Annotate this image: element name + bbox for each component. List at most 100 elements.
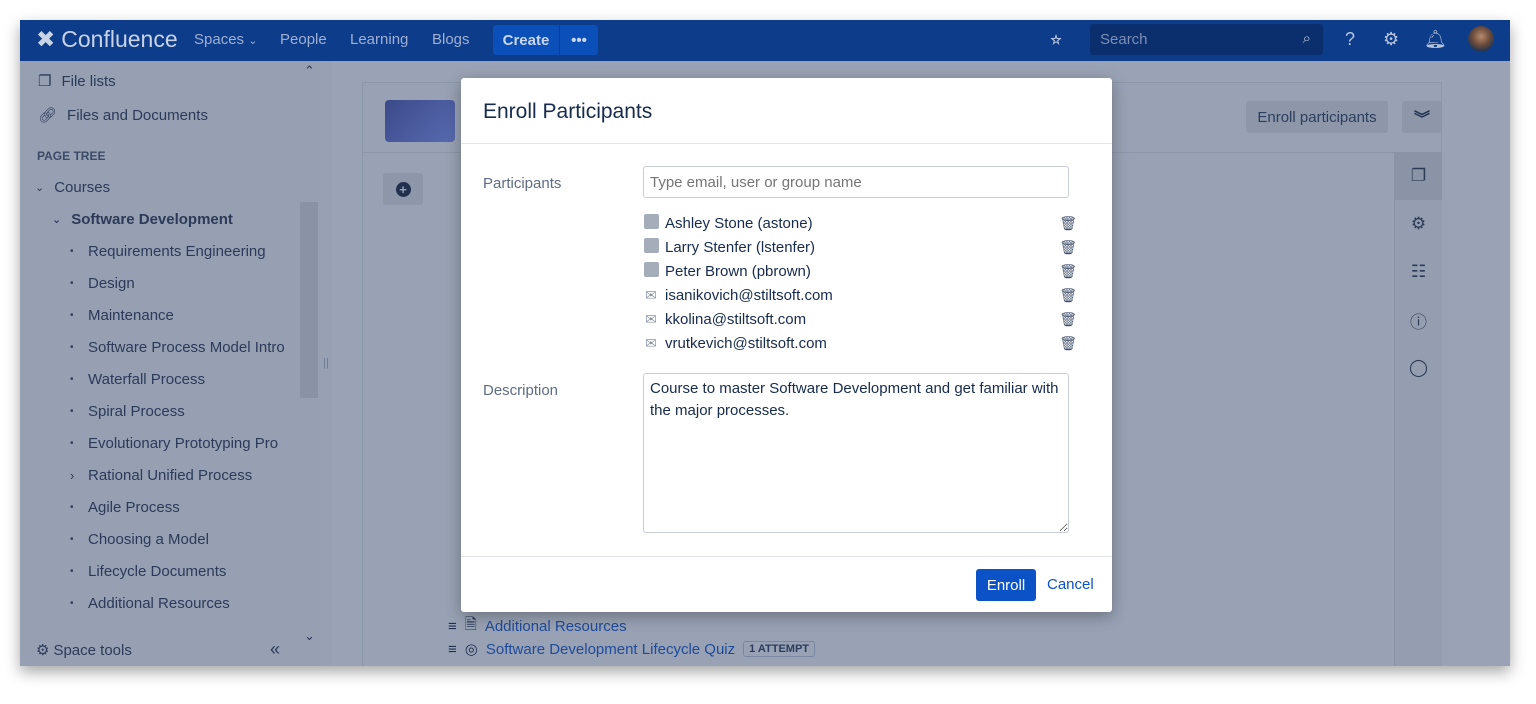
participant-item: Larry Stenfer (lstenfer) 🗑︎ xyxy=(643,236,1093,258)
page-icon: 🗎 xyxy=(464,616,477,633)
add-button[interactable]: + xyxy=(383,173,423,205)
email-icon: ✉ xyxy=(645,310,657,327)
cancel-button[interactable]: Cancel xyxy=(1047,576,1094,593)
scroll-down-icon[interactable]: ⌄ xyxy=(304,628,315,644)
link-icon: 🔗︎ xyxy=(38,107,58,124)
drag-handle-icon: ≡ xyxy=(448,640,457,658)
bullet-icon: • xyxy=(70,502,74,513)
help-icon[interactable]: ? xyxy=(1345,29,1355,50)
user-icon xyxy=(643,238,659,256)
confluence-logo[interactable]: ✖ Confluence xyxy=(36,26,178,53)
gear-icon[interactable]: ⚙ xyxy=(1383,29,1399,50)
collapse-sidebar-icon[interactable]: « xyxy=(270,639,280,660)
chevron-right-icon: › xyxy=(70,468,75,483)
attempt-badge: 1 ATTEMPT xyxy=(743,641,816,657)
chevron-down-icon: ⌄ xyxy=(35,182,45,194)
starred-icon[interactable]: ⭐︎ xyxy=(1050,29,1062,50)
expand-menu-button[interactable]: ︾ xyxy=(1402,101,1442,133)
chevron-down-icon: ⌄ xyxy=(52,214,62,226)
lesson-item[interactable]: ≡ ◎ Software Development Lifecycle Quiz 1 A… xyxy=(448,640,816,658)
tree-item[interactable]: • Design xyxy=(70,275,135,292)
trash-icon[interactable]: 🗑︎ xyxy=(1059,311,1077,328)
tree-item[interactable]: • Maintenance xyxy=(70,307,174,324)
lesson-item[interactable]: ≡ 🗎 Additional Resources xyxy=(448,614,627,639)
comment-icon[interactable]: ◯ xyxy=(1395,344,1442,392)
enroll-participants-button[interactable]: Enroll participants xyxy=(1246,101,1388,133)
nav-learning[interactable]: Learning xyxy=(350,31,408,48)
sidebar-item-files-documents[interactable]: 🔗︎ Files and Documents xyxy=(38,106,208,125)
tree-item[interactable]: • Spiral Process xyxy=(70,403,185,420)
top-navigation: ✖ Confluence Spaces ⌄ People Learning Blo… xyxy=(20,20,1510,61)
gear-icon: ⚙ xyxy=(36,642,50,659)
tree-item[interactable]: • Evolutionary Prototyping Pro xyxy=(70,435,278,452)
bullet-icon: • xyxy=(70,406,74,417)
bullet-icon: • xyxy=(70,246,74,257)
help-icon[interactable]: ⓘ xyxy=(1395,296,1442,344)
participant-item: ✉ kkolina@stiltsoft.com 🗑︎ xyxy=(643,308,1093,330)
enroll-participants-dialog: Enroll Participants Participants Ashley … xyxy=(461,78,1112,612)
create-button[interactable]: Create xyxy=(493,25,559,55)
participants-label: Participants xyxy=(483,175,562,192)
user-icon xyxy=(643,214,659,232)
bullet-icon: • xyxy=(70,374,74,385)
notifications-icon[interactable]: 🔔︎ xyxy=(1424,29,1447,50)
description-label: Description xyxy=(483,382,559,399)
divider xyxy=(461,143,1112,144)
drag-handle-icon: ≡ xyxy=(448,618,457,635)
tree-item[interactable]: › Rational Unified Process xyxy=(70,467,252,484)
sidebar-item-file-lists[interactable]: ❐ File lists xyxy=(38,72,116,91)
participant-item: ✉ vrutkevich@stiltsoft.com 🗑︎ xyxy=(643,332,1093,354)
tree-item[interactable]: • Software Process Model Intro xyxy=(70,339,285,356)
bullet-icon: • xyxy=(70,310,74,321)
bullet-icon: • xyxy=(70,278,74,289)
file-lists-icon: ❐ xyxy=(38,73,52,90)
description-textarea[interactable]: Course to master Software Development an… xyxy=(643,373,1069,533)
nav-spaces[interactable]: Spaces ⌄ xyxy=(194,31,257,48)
enroll-button[interactable]: Enroll xyxy=(976,569,1036,601)
search-icon: ⌕ xyxy=(1302,30,1311,47)
user-icon xyxy=(643,262,659,280)
tree-item-courses[interactable]: ⌄ Courses xyxy=(35,179,110,196)
tree-item[interactable]: • Waterfall Process xyxy=(70,371,205,388)
bullet-icon: • xyxy=(70,438,74,449)
sidebar: ⌃ ❐ File lists 🔗︎ Files and Documents PAGE… xyxy=(20,61,320,666)
bullet-icon: • xyxy=(70,598,74,609)
tree-item[interactable]: • Agile Process xyxy=(70,499,180,516)
confluence-x-icon: ✖ xyxy=(36,26,56,52)
trash-icon[interactable]: 🗑︎ xyxy=(1059,215,1077,232)
tree-item[interactable]: • Choosing a Model xyxy=(70,531,209,548)
trash-icon[interactable]: 🗑︎ xyxy=(1059,287,1077,304)
page-tree-heading: PAGE TREE xyxy=(37,149,106,163)
participant-item: ✉ isanikovich@stiltsoft.com 🗑︎ xyxy=(643,284,1093,306)
space-tools-button[interactable]: ⚙ Space tools xyxy=(36,641,132,660)
pages-icon[interactable]: ❐ xyxy=(1395,152,1442,200)
tree-item[interactable]: • Additional Resources xyxy=(70,595,230,612)
participant-item: Peter Brown (pbrown) 🗑︎ xyxy=(643,260,1093,282)
tree-item[interactable]: • Requirements Engineering xyxy=(70,243,266,260)
scroll-up-icon[interactable]: ⌃ xyxy=(304,63,315,79)
settings-icon[interactable]: ⚙ xyxy=(1395,200,1442,248)
email-icon: ✉ xyxy=(645,286,657,303)
sidebar-resize-handle[interactable]: || xyxy=(320,61,332,666)
right-tool-rail: ❐ ⚙ ☷ ⓘ ◯ xyxy=(1394,152,1442,666)
participant-item: Ashley Stone (astone) 🗑︎ xyxy=(643,212,1093,234)
bullet-icon: • xyxy=(70,342,74,353)
double-chevron-down-icon: ︾ xyxy=(1413,111,1430,128)
sidebar-scrollbar[interactable] xyxy=(300,202,318,398)
trash-icon[interactable]: 🗑︎ xyxy=(1059,335,1077,352)
tree-item[interactable]: • Lifecycle Documents xyxy=(70,563,226,580)
divider xyxy=(461,556,1112,557)
more-create-button[interactable]: ••• xyxy=(560,25,598,55)
search-input[interactable]: Search ⌕ xyxy=(1090,24,1323,55)
nav-blogs[interactable]: Blogs xyxy=(432,31,470,48)
chevron-down-icon: ⌄ xyxy=(248,35,258,47)
nav-people[interactable]: People xyxy=(280,31,327,48)
participants-input[interactable] xyxy=(643,166,1069,198)
trash-icon[interactable]: 🗑︎ xyxy=(1059,239,1077,256)
plus-icon: + xyxy=(395,181,411,197)
list-icon[interactable]: ☷ xyxy=(1395,248,1442,296)
email-icon: ✉ xyxy=(645,334,657,351)
tree-item-software-development[interactable]: ⌄ Software Development xyxy=(52,211,233,228)
avatar[interactable] xyxy=(1468,26,1494,52)
trash-icon[interactable]: 🗑︎ xyxy=(1059,263,1077,280)
